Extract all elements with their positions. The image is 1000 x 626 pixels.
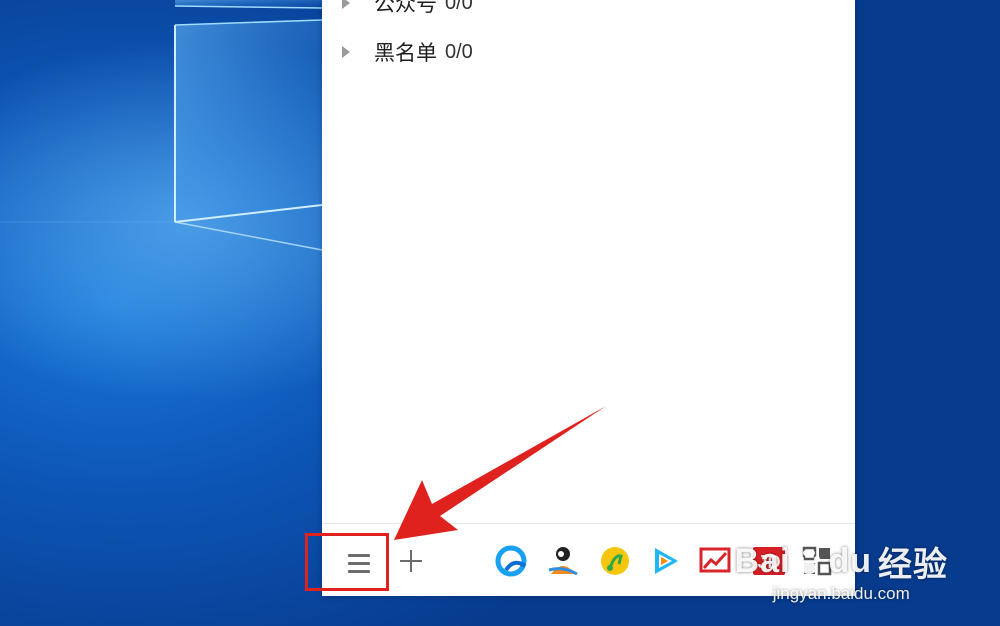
group-count: 0/0 (445, 40, 473, 63)
baidu-jingyan-watermark: Bai du 经验 jingyan.baidu.com (735, 537, 948, 604)
desktop: 公众号 0/0 黑名单 0/0 JD Bai du 经验 jingyan.bai… (0, 0, 1000, 626)
expand-caret-icon (342, 0, 350, 9)
group-blacklist[interactable]: 黑名单 0/0 (342, 37, 473, 67)
qq-browser-icon[interactable] (494, 544, 528, 578)
qq-contact-panel: 公众号 0/0 黑名单 0/0 JD (322, 0, 855, 596)
tencent-video-icon[interactable] (648, 544, 682, 578)
group-official-accounts[interactable]: 公众号 0/0 (342, 0, 473, 18)
group-name: 黑名单 (374, 42, 437, 65)
expand-caret-icon (342, 46, 350, 58)
main-menu-button[interactable] (342, 548, 378, 578)
group-name: 公众号 (374, 0, 437, 16)
menu-icon-bar (348, 570, 370, 573)
group-count: 0/0 (445, 0, 473, 14)
watermark-brand: Bai du 经验 (735, 537, 948, 586)
watermark-brand-du: du (828, 542, 872, 580)
menu-icon-bar (348, 562, 370, 565)
watermark-brand-bai: Bai (734, 542, 791, 580)
watermark-brand-jingyan: 经验 (878, 546, 948, 584)
qq-game-icon[interactable] (546, 544, 580, 578)
add-contact-button[interactable] (396, 546, 426, 576)
baidu-paw-icon (798, 549, 821, 574)
menu-icon (348, 554, 370, 557)
qq-music-icon[interactable] (598, 544, 632, 578)
stock-chart-icon[interactable] (698, 544, 732, 578)
watermark-url: jingyan.baidu.com (772, 584, 910, 603)
